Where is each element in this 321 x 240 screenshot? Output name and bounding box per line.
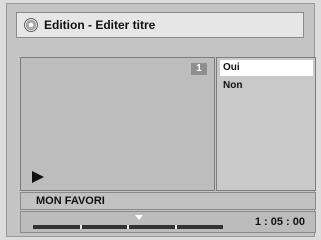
- dialog-title: Edition - Editer titre: [44, 18, 156, 32]
- elapsed-time: 1 : 05 : 00: [254, 216, 305, 228]
- segment-separator: [80, 225, 82, 229]
- progress-track[interactable]: [33, 225, 223, 229]
- option-non[interactable]: Non: [220, 78, 313, 94]
- title-name-bar: MON FAVORI: [20, 192, 316, 210]
- disc-icon: [24, 18, 38, 32]
- title-bar: Edition - Editer titre: [16, 12, 304, 38]
- options-menu: Oui Non: [216, 57, 316, 191]
- segment-separator: [127, 225, 129, 229]
- position-marker-icon: [135, 215, 143, 220]
- title-name: MON FAVORI: [36, 195, 105, 207]
- video-preview: 1: [20, 57, 215, 191]
- chapter-number-badge: 1: [191, 63, 207, 75]
- playback-bar: 1 : 05 : 00: [20, 211, 316, 233]
- segment-separator: [175, 225, 177, 229]
- play-icon: [32, 171, 44, 183]
- option-oui[interactable]: Oui: [220, 60, 313, 76]
